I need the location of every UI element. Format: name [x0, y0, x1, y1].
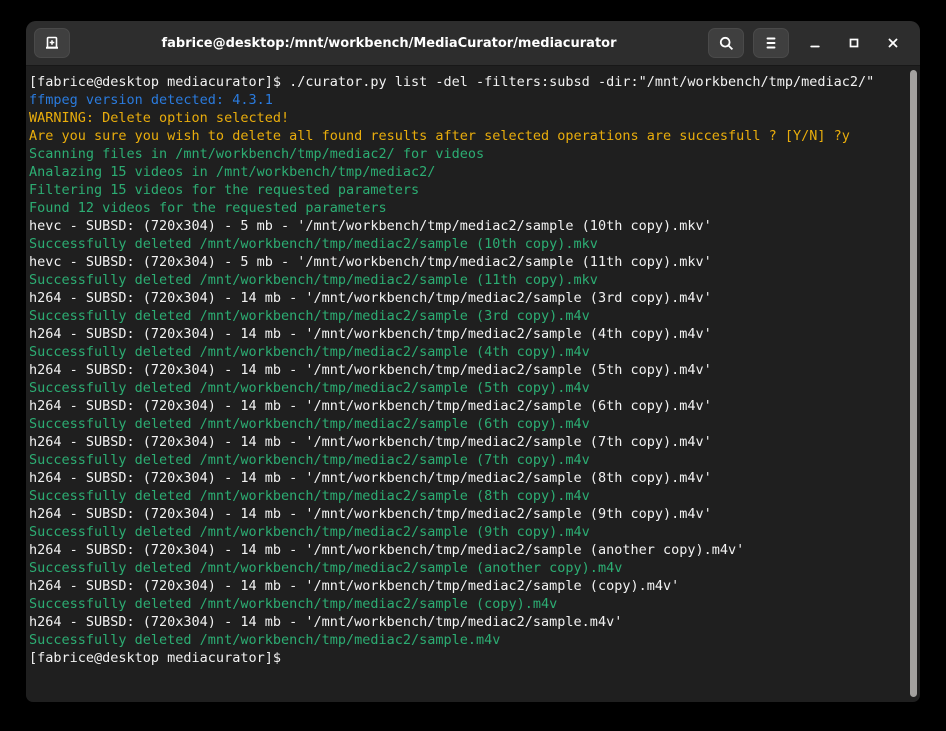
menu-button[interactable]: [753, 28, 789, 58]
terminal-line: h264 - SUBSD: (720x304) - 14 mb - '/mnt/…: [29, 433, 906, 451]
terminal-line: h264 - SUBSD: (720x304) - 14 mb - '/mnt/…: [29, 541, 906, 559]
titlebar-right-controls: [708, 28, 906, 58]
terminal-line: h264 - SUBSD: (720x304) - 14 mb - '/mnt/…: [29, 325, 906, 343]
terminal-line: Analazing 15 videos in /mnt/workbench/tm…: [29, 163, 906, 181]
terminal-line: h264 - SUBSD: (720x304) - 14 mb - '/mnt/…: [29, 505, 906, 523]
close-icon: [886, 36, 900, 50]
terminal-line: h264 - SUBSD: (720x304) - 14 mb - '/mnt/…: [29, 361, 906, 379]
minimize-icon: [808, 36, 822, 50]
terminal-line: Successfully deleted /mnt/workbench/tmp/…: [29, 379, 906, 397]
terminal-line: Successfully deleted /mnt/workbench/tmp/…: [29, 559, 906, 577]
terminal-line: h264 - SUBSD: (720x304) - 14 mb - '/mnt/…: [29, 397, 906, 415]
terminal-line: Successfully deleted /mnt/workbench/tmp/…: [29, 271, 906, 289]
titlebar[interactable]: fabrice@desktop:/mnt/workbench/MediaCura…: [26, 21, 920, 66]
search-icon: [718, 35, 735, 52]
terminal-line: Are you sure you wish to delete all foun…: [29, 127, 906, 145]
hamburger-menu-icon: [763, 36, 779, 50]
terminal-line: [fabrice@desktop mediacurator]$ ./curato…: [29, 73, 906, 91]
terminal-line: Successfully deleted /mnt/workbench/tmp/…: [29, 523, 906, 541]
terminal-line: ffmpeg version detected: 4.3.1: [29, 91, 906, 109]
terminal-line: Successfully deleted /mnt/workbench/tmp/…: [29, 343, 906, 361]
terminal-window: fabrice@desktop:/mnt/workbench/MediaCura…: [26, 21, 920, 702]
terminal-line: Successfully deleted /mnt/workbench/tmp/…: [29, 415, 906, 433]
terminal-viewport[interactable]: [fabrice@desktop mediacurator]$ ./curato…: [26, 66, 920, 701]
terminal-line: h264 - SUBSD: (720x304) - 14 mb - '/mnt/…: [29, 289, 906, 307]
terminal-line: h264 - SUBSD: (720x304) - 14 mb - '/mnt/…: [29, 613, 906, 631]
terminal-line: [fabrice@desktop mediacurator]$: [29, 649, 906, 667]
terminal-line: Filtering 15 videos for the requested pa…: [29, 181, 906, 199]
terminal-line: hevc - SUBSD: (720x304) - 5 mb - '/mnt/w…: [29, 253, 906, 271]
terminal-line: Found 12 videos for the requested parame…: [29, 199, 906, 217]
terminal-line: hevc - SUBSD: (720x304) - 5 mb - '/mnt/w…: [29, 217, 906, 235]
terminal-line: Successfully deleted /mnt/workbench/tmp/…: [29, 631, 906, 649]
scrollbar-thumb[interactable]: [910, 70, 917, 697]
terminal-line: Successfully deleted /mnt/workbench/tmp/…: [29, 451, 906, 469]
terminal-line: WARNING: Delete option selected!: [29, 109, 906, 127]
terminal-line: h264 - SUBSD: (720x304) - 14 mb - '/mnt/…: [29, 577, 906, 595]
terminal-line: Scanning files in /mnt/workbench/tmp/med…: [29, 145, 906, 163]
terminal-line: Successfully deleted /mnt/workbench/tmp/…: [29, 595, 906, 613]
terminal-line: Successfully deleted /mnt/workbench/tmp/…: [29, 487, 906, 505]
search-button[interactable]: [708, 28, 744, 58]
terminal-output: [fabrice@desktop mediacurator]$ ./curato…: [29, 73, 906, 667]
terminal-line: Successfully deleted /mnt/workbench/tmp/…: [29, 307, 906, 325]
new-tab-icon: [43, 34, 61, 52]
maximize-button[interactable]: [841, 30, 867, 56]
maximize-icon: [847, 36, 861, 50]
close-button[interactable]: [880, 30, 906, 56]
new-tab-button[interactable]: [34, 28, 70, 58]
terminal-line: h264 - SUBSD: (720x304) - 14 mb - '/mnt/…: [29, 469, 906, 487]
minimize-button[interactable]: [802, 30, 828, 56]
terminal-line: Successfully deleted /mnt/workbench/tmp/…: [29, 235, 906, 253]
scrollbar-track[interactable]: [909, 68, 918, 699]
window-title: fabrice@desktop:/mnt/workbench/MediaCura…: [70, 36, 708, 51]
